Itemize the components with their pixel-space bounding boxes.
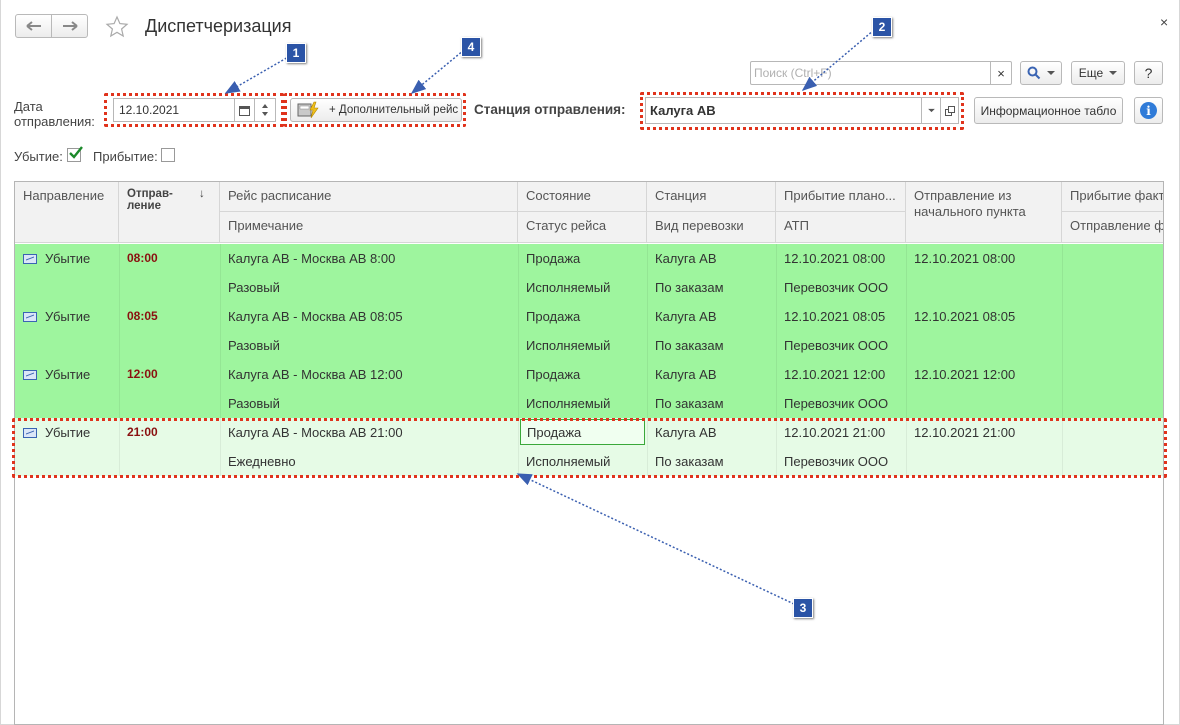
marker-2: 2 [872, 17, 892, 37]
arrow-2 [801, 29, 875, 91]
marker-3: 3 [793, 598, 813, 618]
arrow-3 [516, 473, 795, 605]
annotation-arrows [224, 29, 875, 605]
arrow-4 [410, 49, 465, 94]
marker-1: 1 [286, 43, 306, 63]
marker-4: 4 [461, 37, 481, 57]
arrow-1 [224, 55, 291, 94]
